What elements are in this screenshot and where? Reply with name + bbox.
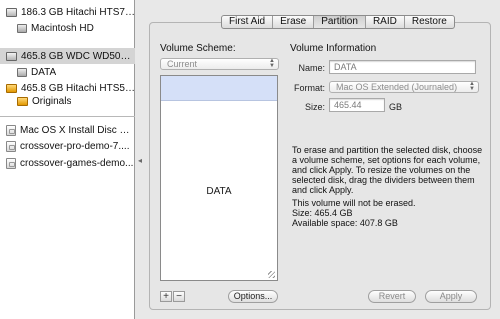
sidebar-item-data[interactable]: DATA [0, 64, 135, 80]
disk-icon [6, 7, 17, 17]
not-erased-notice: This volume will not be erased. [292, 198, 416, 208]
partition-data[interactable]: DATA [161, 102, 277, 280]
volume-icon [17, 67, 27, 77]
revert-button[interactable]: Revert [368, 290, 416, 303]
remove-partition-button[interactable]: − [173, 291, 185, 302]
sidebar-item-label: crossover-games-demo... [20, 157, 134, 169]
available-space-readout: Available space: 407.8 GB [292, 218, 398, 228]
tab-erase[interactable]: Erase [273, 16, 315, 28]
add-partition-button[interactable]: + [160, 291, 172, 302]
partition-label: DATA [206, 185, 232, 197]
sidebar-item-wdc-wd5000[interactable]: 465.8 GB WDC WD5000... [0, 48, 135, 64]
partition-header-strip[interactable] [161, 76, 277, 101]
disk-image-icon [6, 124, 16, 136]
format-value: Mac OS Extended (Journaled) [336, 82, 458, 92]
volume-scheme-diagram: DATA [160, 75, 278, 281]
external-volume-icon [17, 96, 28, 106]
tab-bar: First Aid Erase Partition RAID Restore [221, 15, 455, 29]
volume-scheme-heading: Volume Scheme: [160, 43, 236, 54]
sidebar-item-label: 186.3 GB Hitachi HTS72... [21, 6, 135, 18]
disk-image-icon [6, 157, 16, 169]
disk-icon [6, 51, 17, 61]
size-field[interactable]: 465.44 [329, 98, 385, 112]
sidebar-item-crossover-pro[interactable]: crossover-pro-demo-7.... [0, 138, 135, 154]
disk-sidebar: 186.3 GB Hitachi HTS72... Macintosh HD 4… [0, 0, 135, 319]
sidebar-item-crossover-games[interactable]: crossover-games-demo... [0, 155, 135, 171]
sidebar-item-originals[interactable]: Originals [0, 93, 135, 109]
select-arrows-icon: ▲ ▼ [469, 81, 475, 92]
size-label: Size: [304, 102, 325, 112]
apply-button[interactable]: Apply [425, 290, 477, 303]
external-disk-icon [6, 83, 17, 93]
sidebar-item-label: Mac OS X Install Disc 1.cdr [20, 124, 135, 136]
volume-size-readout: Size: 465.4 GB [292, 208, 353, 218]
name-field[interactable]: DATA [329, 60, 476, 74]
size-unit-label: GB [389, 102, 403, 112]
volume-scheme-select[interactable]: Current ▲ ▼ [160, 58, 279, 70]
tab-restore[interactable]: Restore [405, 16, 454, 28]
disk-image-icon [6, 140, 16, 152]
sidebar-item-label: 465.8 GB WDC WD5000... [21, 50, 135, 62]
tab-first-aid[interactable]: First Aid [222, 16, 274, 28]
sidebar-item-label: crossover-pro-demo-7.... [20, 140, 130, 152]
sidebar-item-install-disc[interactable]: Mac OS X Install Disc 1.cdr [0, 122, 135, 138]
sidebar-divider [0, 116, 135, 117]
tab-raid[interactable]: RAID [366, 16, 405, 28]
sidebar-splitter-handle[interactable]: ◂ [136, 155, 144, 167]
format-select[interactable]: Mac OS Extended (Journaled) ▲ ▼ [329, 81, 479, 93]
select-arrows-icon: ▲ ▼ [269, 58, 275, 69]
resize-grip-icon[interactable] [268, 271, 275, 278]
tab-partition[interactable]: Partition [314, 16, 366, 28]
name-label: Name: [298, 63, 325, 73]
volume-information-heading: Volume Information [290, 43, 377, 54]
sidebar-item-label: DATA [31, 66, 57, 78]
sidebar-item-hitachi-hts72[interactable]: 186.3 GB Hitachi HTS72... [0, 4, 135, 20]
sidebar-item-label: Macintosh HD [31, 22, 94, 34]
sidebar-item-label: 465.8 GB Hitachi HTS54... [21, 82, 135, 94]
volume-icon [17, 23, 27, 33]
format-label: Format: [293, 83, 325, 93]
volume-scheme-value: Current [167, 59, 198, 69]
sidebar-item-macintosh-hd[interactable]: Macintosh HD [0, 20, 135, 36]
sidebar-item-label: Originals [32, 95, 72, 107]
partition-instructions: To erase and partition the selected disk… [292, 145, 483, 195]
options-button[interactable]: Options... [228, 290, 278, 303]
